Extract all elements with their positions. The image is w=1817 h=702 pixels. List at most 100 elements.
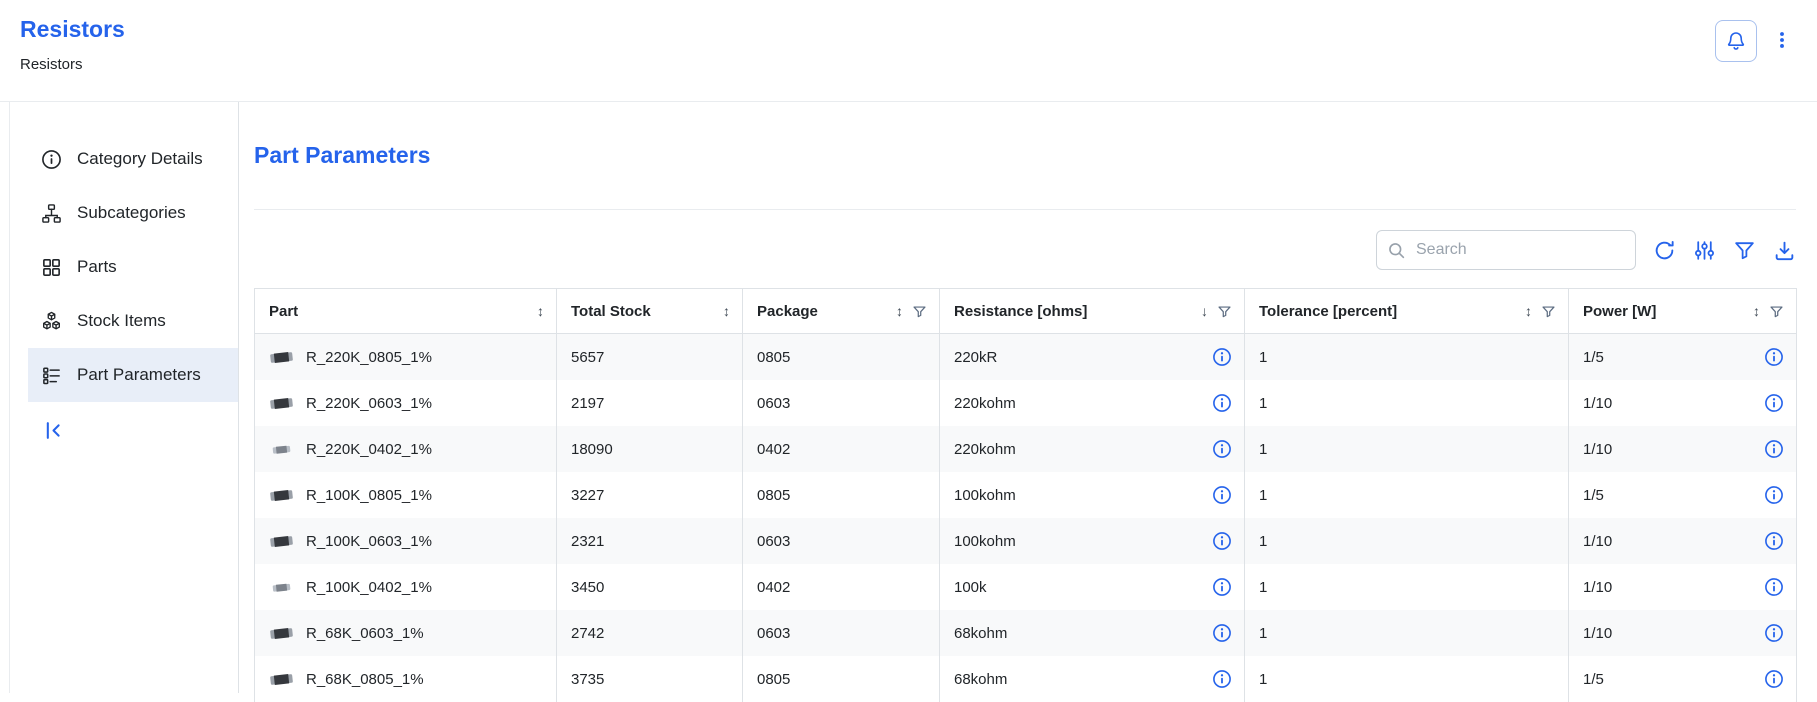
table-row[interactable]: R_220K_0402_1%180900402220kohm11/10	[255, 426, 1797, 472]
resistance-value: 220kohm	[954, 395, 1016, 412]
part-name[interactable]: R_100K_0603_1%	[306, 533, 432, 550]
info-icon[interactable]	[1764, 577, 1784, 597]
column-header-package[interactable]: Package↕	[743, 289, 940, 334]
power-value: 1/5	[1583, 349, 1604, 366]
table-row[interactable]: R_100K_0805_1% 3227 0805 100kohm 1 1/5	[255, 472, 1797, 518]
filter-button[interactable]	[1733, 239, 1756, 262]
info-icon[interactable]	[1212, 439, 1232, 459]
part-thumbnail	[269, 626, 294, 641]
column-filter-icon[interactable]	[1541, 304, 1556, 319]
part-thumbnail	[269, 350, 294, 365]
sidebar-item-label: Stock Items	[77, 311, 166, 331]
power-value: 1/10	[1583, 579, 1612, 596]
part-thumbnail	[269, 442, 294, 457]
part-name[interactable]: R_68K_0805_1%	[306, 671, 424, 688]
info-icon[interactable]	[1212, 577, 1232, 597]
sort-desc-icon[interactable]: ↓	[1201, 304, 1208, 318]
resistance-value: 220kohm	[954, 441, 1016, 458]
resistance-value: 100k	[954, 579, 987, 596]
sidebar-item-parts[interactable]: Parts	[28, 240, 238, 294]
sort-icon[interactable]: ↕	[723, 304, 730, 318]
sidebar-collapse-button[interactable]	[41, 418, 66, 443]
grid-icon	[41, 257, 62, 278]
info-icon	[41, 149, 62, 170]
sort-icon[interactable]: ↕	[1753, 304, 1760, 318]
info-icon[interactable]	[1212, 623, 1232, 643]
content-area: Category Details Subcategories Parts Stock …	[9, 102, 1817, 693]
notifications-button[interactable]	[1715, 20, 1757, 62]
refresh-button[interactable]	[1653, 239, 1676, 262]
resistance-value: 100kohm	[954, 487, 1016, 504]
info-icon[interactable]	[1764, 531, 1784, 551]
column-label: Resistance [ohms]	[954, 303, 1087, 320]
column-header-total-stock[interactable]: Total Stock↕	[557, 289, 743, 334]
collapse-sidebar-icon	[41, 418, 66, 443]
package-value: 0603	[757, 533, 790, 550]
table-row[interactable]: R_100K_0402_1%34500402100k11/10	[255, 564, 1797, 610]
column-header-part[interactable]: Part↕	[255, 289, 557, 334]
info-icon[interactable]	[1212, 347, 1232, 367]
hierarchy-icon	[41, 203, 62, 224]
part-name[interactable]: R_100K_0402_1%	[306, 579, 432, 596]
table-row[interactable]: R_68K_0603_1%2742060368kohm11/10	[255, 610, 1797, 656]
info-icon[interactable]	[1764, 347, 1784, 367]
header-actions	[1715, 16, 1795, 101]
package-value: 0402	[757, 441, 790, 458]
table-row[interactable]: R_100K_0603_1%23210603100kohm11/10	[255, 518, 1797, 564]
resistance-value: 68kohm	[954, 671, 1007, 688]
package-value: 0603	[757, 625, 790, 642]
tolerance-value: 1	[1259, 349, 1267, 366]
info-icon[interactable]	[1764, 623, 1784, 643]
boxes-icon	[41, 311, 62, 332]
refresh-icon	[1653, 239, 1676, 262]
overflow-menu-button[interactable]	[1769, 20, 1795, 60]
column-header-tolerance-percent[interactable]: Tolerance [percent]↕	[1245, 289, 1569, 334]
sort-icon[interactable]: ↕	[896, 304, 903, 318]
sidebar-item-subcategories[interactable]: Subcategories	[28, 186, 238, 240]
info-icon[interactable]	[1764, 439, 1784, 459]
breadcrumb[interactable]: Resistors	[20, 56, 125, 73]
column-filter-icon[interactable]	[912, 304, 927, 319]
filter-icon	[1733, 239, 1756, 262]
table-row[interactable]: R_220K_0603_1%21970603220kohm11/10	[255, 380, 1797, 426]
tolerance-value: 1	[1259, 441, 1267, 458]
part-name[interactable]: R_220K_0805_1%	[306, 349, 432, 366]
total-stock-value: 3227	[571, 487, 604, 504]
sidebar-item-label: Subcategories	[77, 203, 186, 223]
column-header-power-w[interactable]: Power [W]↕	[1569, 289, 1797, 334]
table-row[interactable]: R_68K_0805_1%3735080568kohm11/5	[255, 656, 1797, 702]
section-title: Part Parameters	[254, 142, 1796, 169]
info-icon[interactable]	[1764, 393, 1784, 413]
column-settings-button[interactable]	[1693, 239, 1716, 262]
power-value: 1/5	[1583, 487, 1604, 504]
total-stock-value: 2742	[571, 625, 604, 642]
info-icon[interactable]	[1764, 485, 1784, 505]
sidebar-item-stock-items[interactable]: Stock Items	[28, 294, 238, 348]
sort-icon[interactable]: ↕	[1525, 304, 1532, 318]
sidebar-item-category-details[interactable]: Category Details	[28, 132, 238, 186]
part-name[interactable]: R_220K_0603_1%	[306, 395, 432, 412]
info-icon[interactable]	[1212, 485, 1232, 505]
sidebar-item-label: Parts	[77, 257, 117, 277]
sort-icon[interactable]: ↕	[537, 304, 544, 318]
column-filter-icon[interactable]	[1769, 304, 1784, 319]
sidebar-item-part-parameters[interactable]: Part Parameters	[28, 348, 238, 402]
table-row[interactable]: R_220K_0805_1%56570805220kR11/5	[255, 334, 1797, 381]
tolerance-value: 1	[1259, 487, 1267, 504]
package-value: 0805	[757, 487, 790, 504]
sidebar-items: Category Details Subcategories Parts Stock …	[10, 132, 238, 402]
search-input[interactable]	[1414, 240, 1625, 260]
info-icon[interactable]	[1212, 669, 1232, 689]
part-name[interactable]: R_220K_0402_1%	[306, 441, 432, 458]
info-icon[interactable]	[1764, 669, 1784, 689]
sidebar-item-label: Part Parameters	[77, 365, 201, 385]
sidebar-item-label: Category Details	[77, 149, 203, 169]
table-body: R_220K_0805_1%56570805220kR11/5R_220K_06…	[255, 334, 1797, 702]
part-name[interactable]: R_100K_0805_1%	[306, 487, 432, 504]
column-filter-icon[interactable]	[1217, 304, 1232, 319]
download-button[interactable]	[1773, 239, 1796, 262]
info-icon[interactable]	[1212, 531, 1232, 551]
column-header-resistance-ohms[interactable]: Resistance [ohms] ↓	[940, 289, 1245, 334]
part-name[interactable]: R_68K_0603_1%	[306, 625, 424, 642]
info-icon[interactable]	[1212, 393, 1232, 413]
